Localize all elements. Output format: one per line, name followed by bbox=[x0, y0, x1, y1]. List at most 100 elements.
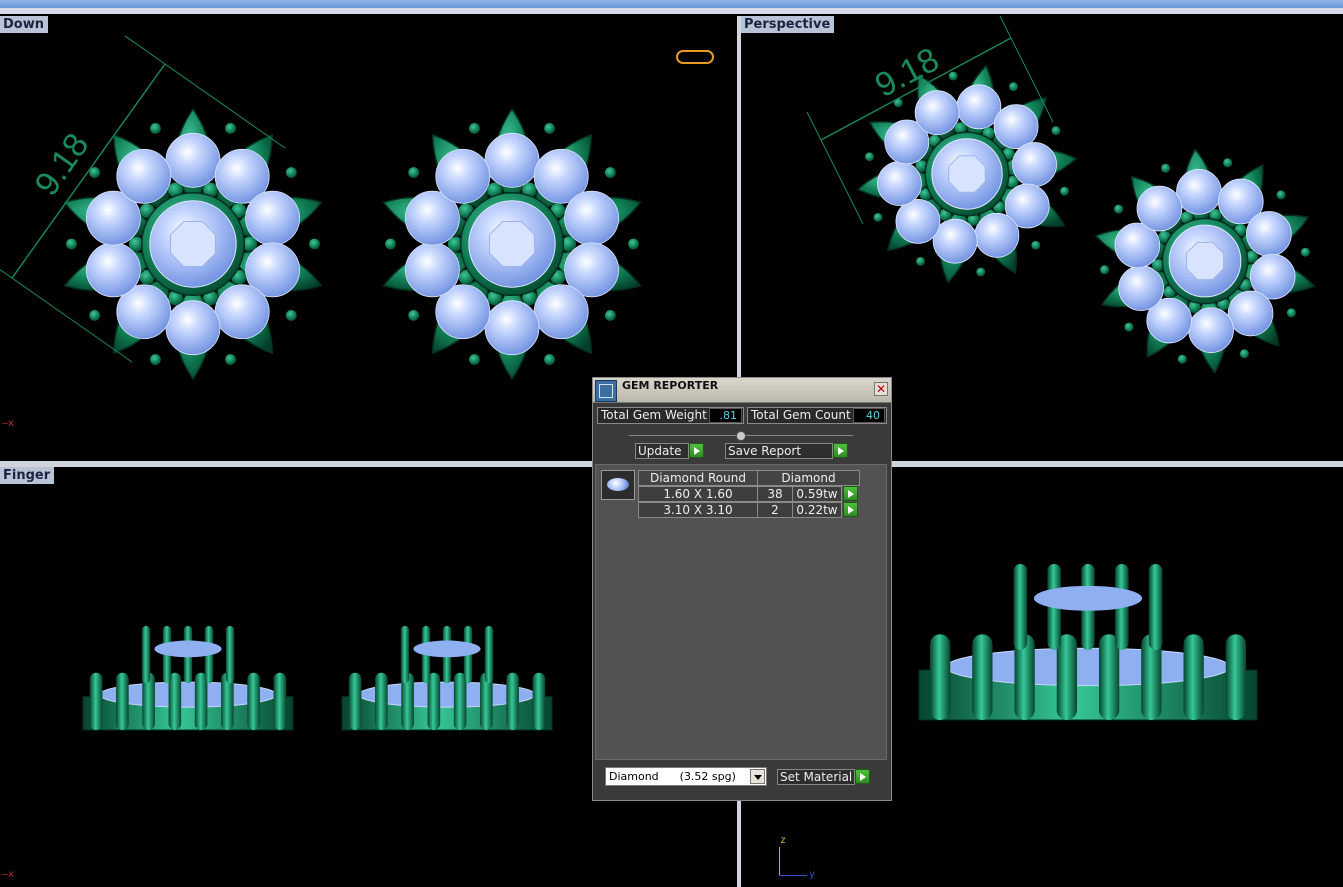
prong bbox=[1161, 163, 1171, 173]
table-facet bbox=[1185, 241, 1225, 281]
side-prong bbox=[168, 672, 182, 730]
close-icon[interactable]: ✕ bbox=[874, 382, 888, 396]
prong bbox=[408, 167, 420, 178]
dialog-title-bar[interactable]: GEM REPORTER ✕ bbox=[593, 378, 891, 403]
chevron-down-icon[interactable] bbox=[750, 769, 765, 784]
side-prong bbox=[506, 672, 519, 730]
center-gem-side bbox=[154, 640, 222, 658]
gem bbox=[974, 212, 1020, 258]
table-row-count: 2 bbox=[757, 502, 793, 518]
front-view-earring bbox=[918, 564, 1258, 721]
side-prong bbox=[375, 672, 388, 730]
splitter-handle-icon[interactable] bbox=[736, 431, 746, 441]
side-prong bbox=[194, 672, 208, 730]
axis-gizmo: z y bbox=[777, 835, 817, 880]
gem bbox=[85, 242, 141, 298]
prong bbox=[1300, 247, 1310, 257]
gem bbox=[165, 300, 221, 356]
set-material-button-label: Set Material bbox=[780, 770, 853, 784]
prong bbox=[976, 267, 986, 277]
gem bbox=[1246, 211, 1292, 257]
side-prong bbox=[116, 672, 129, 730]
viewport-label-down: Down bbox=[0, 16, 48, 33]
center-prong bbox=[484, 626, 494, 684]
gem bbox=[533, 284, 589, 340]
update-button-label: Update bbox=[638, 444, 682, 458]
set-material-go-icon[interactable] bbox=[855, 769, 870, 784]
update-go-icon[interactable] bbox=[689, 443, 704, 458]
gem bbox=[1136, 185, 1183, 232]
gem bbox=[993, 104, 1039, 150]
gem bbox=[245, 190, 301, 246]
side-prong bbox=[273, 672, 287, 730]
gem bbox=[1227, 290, 1274, 337]
center-gem-side bbox=[1033, 585, 1143, 611]
total-gem-weight-value: .81 bbox=[709, 408, 742, 423]
table-row-size: 3.10 X 3.10 bbox=[638, 502, 758, 518]
side-prong bbox=[1225, 634, 1247, 720]
side-prong bbox=[348, 672, 362, 730]
prong bbox=[385, 238, 396, 250]
table-facet bbox=[170, 221, 216, 267]
viewport-label-finger: Finger bbox=[0, 467, 55, 484]
center-prong bbox=[225, 626, 235, 684]
prong bbox=[604, 167, 616, 178]
prong bbox=[873, 212, 883, 222]
gem-reporter-dialog[interactable]: GEM REPORTER ✕ Total Gem Weight .81 Tota… bbox=[592, 377, 892, 801]
table-row-weight: 0.59tw bbox=[792, 486, 842, 502]
center-prong bbox=[400, 626, 410, 684]
update-button[interactable]: Update bbox=[635, 443, 689, 459]
prong bbox=[1051, 126, 1061, 136]
material-select[interactable]: Diamond (3.52 spg) bbox=[605, 767, 767, 786]
side-prong bbox=[929, 634, 951, 720]
flower-right bbox=[382, 107, 642, 381]
axis-indicator-x-finger: ‒x bbox=[2, 869, 15, 880]
side-prong bbox=[427, 672, 441, 730]
svg-text:9.18: 9.18 bbox=[27, 127, 96, 203]
side-prong bbox=[1098, 634, 1120, 720]
total-gem-count-value: 40 bbox=[853, 408, 885, 423]
axis-z-label: z bbox=[780, 835, 787, 846]
prong bbox=[1100, 265, 1110, 275]
viewport-label-perspective: Perspective bbox=[741, 16, 835, 33]
flower-persp-front bbox=[1094, 148, 1316, 374]
row-go-icon[interactable] bbox=[843, 502, 858, 517]
side-prong bbox=[972, 634, 993, 720]
gem bbox=[1176, 169, 1222, 215]
center-prong bbox=[1013, 564, 1028, 650]
side-prong bbox=[1183, 634, 1204, 720]
title-bar bbox=[0, 0, 1343, 8]
prong bbox=[544, 354, 555, 365]
gem bbox=[404, 242, 460, 298]
table-row-size: 1.60 X 1.60 bbox=[638, 486, 758, 502]
total-gem-weight-field: Total Gem Weight .81 bbox=[597, 407, 744, 424]
save-report-button[interactable]: Save Report bbox=[725, 443, 833, 459]
axis-y-label: y bbox=[809, 869, 816, 880]
title-bar-edge bbox=[0, 8, 1343, 14]
prong bbox=[1114, 204, 1124, 214]
total-gem-count-label: Total Gem Count bbox=[751, 408, 851, 422]
gem bbox=[564, 190, 620, 246]
save-report-button-label: Save Report bbox=[728, 444, 802, 458]
set-material-button[interactable]: Set Material bbox=[777, 769, 855, 785]
dialog-title: GEM REPORTER bbox=[622, 379, 719, 392]
prong bbox=[1223, 158, 1233, 168]
prong bbox=[1239, 349, 1249, 359]
prong bbox=[1009, 82, 1018, 91]
prong bbox=[1124, 322, 1134, 332]
prong bbox=[628, 238, 639, 250]
prong bbox=[285, 310, 297, 321]
prong bbox=[225, 354, 236, 365]
panel-splitter[interactable] bbox=[629, 431, 853, 441]
axis-indicator-x: ‒x bbox=[2, 418, 15, 429]
prong bbox=[1031, 240, 1041, 250]
side-prong bbox=[247, 672, 260, 730]
prong bbox=[544, 123, 555, 134]
center-prong bbox=[1148, 564, 1163, 650]
gem bbox=[914, 90, 960, 136]
table-facet bbox=[948, 155, 986, 193]
save-report-go-icon[interactable] bbox=[833, 443, 848, 458]
table-row-count: 38 bbox=[757, 486, 793, 502]
row-go-icon[interactable] bbox=[843, 486, 858, 501]
prong bbox=[865, 152, 874, 162]
